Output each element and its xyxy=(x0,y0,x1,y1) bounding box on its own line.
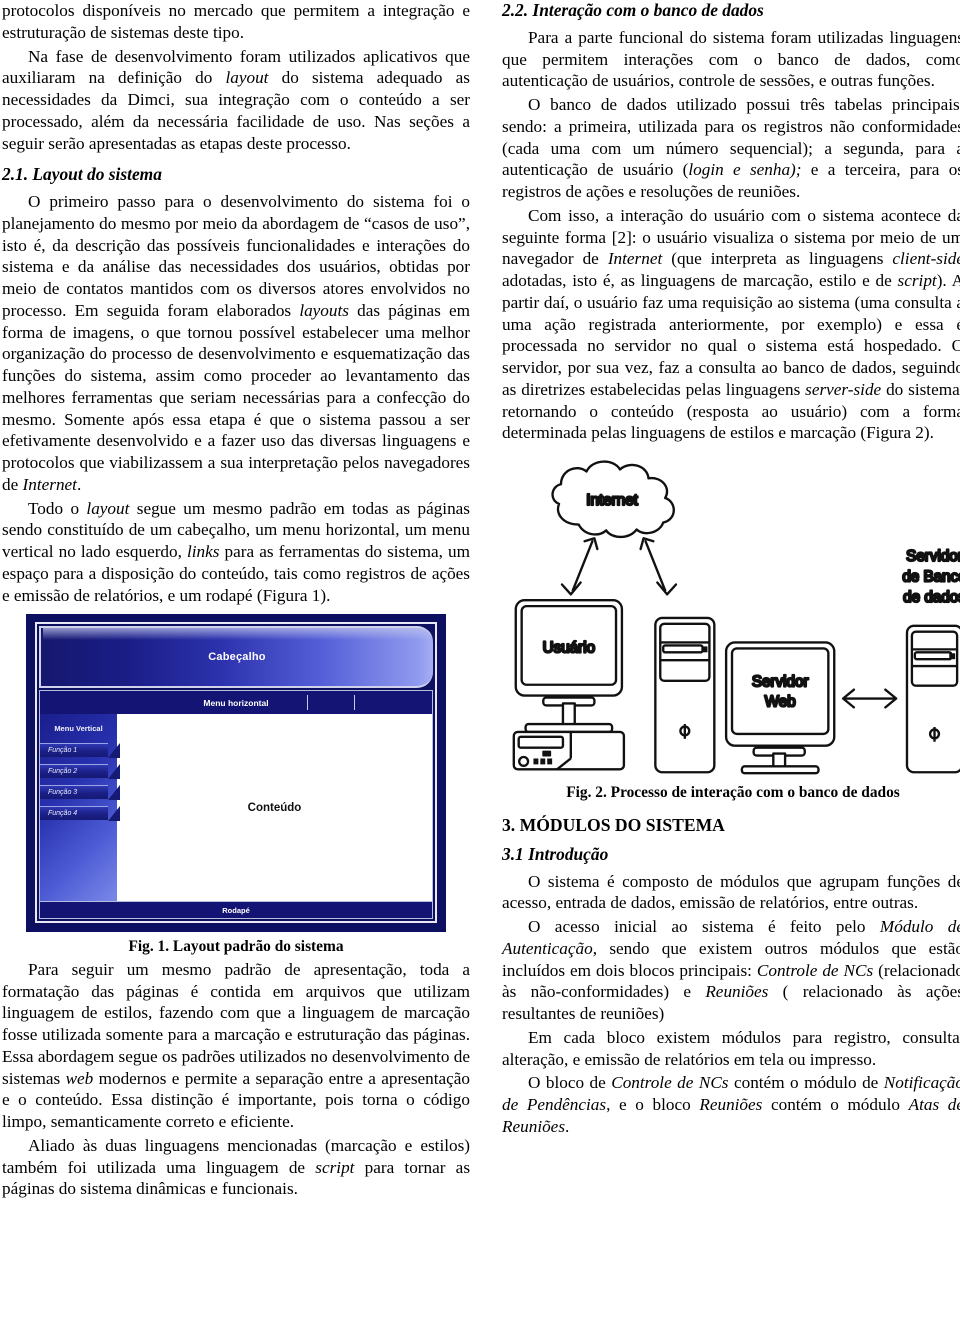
arrow-user-internet xyxy=(560,537,599,596)
paragraph-block-modules: Em cada bloco existem módulos para regis… xyxy=(502,1027,960,1069)
user-computer-icon xyxy=(512,599,626,771)
web-server-label-line1: Servidor xyxy=(752,674,809,691)
paragraph-user-interaction: Com isso, a interação do usuário com o s… xyxy=(502,205,960,443)
mockup-inner-frame: Cabeçalho Menu horizontal Menu Vertical … xyxy=(35,622,437,924)
mockup-menu-item-2-label: Função 2 xyxy=(48,768,78,776)
mockup-menu-item-4-label: Função 4 xyxy=(48,810,78,818)
right-column: 2.2. Interação com o banco de dados Para… xyxy=(494,0,960,1320)
paragraph-initial-access: O acesso inicial ao sistema é feito pelo… xyxy=(502,917,960,1024)
db-server-label-line2: de Banco xyxy=(902,569,960,586)
arrow-server-internet xyxy=(639,537,678,596)
paragraph-presentation-pattern: Para seguir um mesmo padrão de apresenta… xyxy=(2,959,471,1132)
paragraph-database-tables: O banco de dados utilizado possui três t… xyxy=(502,95,960,202)
mockup-footer: Rodapé xyxy=(39,901,433,920)
network-diagram-svg: Internet Usuário Servidor Web Servidor d… xyxy=(512,460,960,775)
mockup-content-area: Conteúdo xyxy=(117,714,432,902)
left-column: protocolos disponíveis no mercado que pe… xyxy=(2,0,472,1320)
mockup-menu-item-1: Função 1 xyxy=(40,743,120,759)
mockup-menu-item-2: Função 2 xyxy=(40,764,120,780)
paragraph-modules-composition: O sistema é composto de módulos que agru… xyxy=(502,871,960,913)
db-server-label-line3: de dados xyxy=(903,589,960,606)
mockup-body: Menu Vertical Função 1 Função 2 Função 3 xyxy=(39,714,433,902)
mockup-menu-item-1-label: Função 1 xyxy=(48,747,78,755)
mockup-menu-item-3: Função 3 xyxy=(40,785,120,801)
web-server-label-line2: Web xyxy=(765,694,796,711)
user-label: Usuário xyxy=(543,639,595,656)
paragraph-functional-part: Para a parte funcional do sistema foram … xyxy=(502,27,960,91)
mockup-vertical-menu-title: Menu Vertical xyxy=(54,724,103,734)
menu-divider-2 xyxy=(353,695,355,711)
figure-1-caption: Fig. 1. Layout padrão do sistema xyxy=(128,938,344,956)
mockup-header: Cabeçalho xyxy=(39,626,433,689)
mockup-content-label: Conteúdo xyxy=(247,801,302,814)
mockup-header-label: Cabeçalho xyxy=(208,651,266,664)
mockup-horizontal-menu: Menu horizontal xyxy=(39,690,433,715)
mockup-vertical-menu: Menu Vertical Função 1 Função 2 Função 3 xyxy=(40,714,120,902)
layout-mockup: Cabeçalho Menu horizontal Menu Vertical … xyxy=(26,614,446,933)
section-heading-3: 3. MÓDULOS DO SISTEMA xyxy=(502,814,725,835)
section-heading-2-2: 2.2. Interação com o banco de dados xyxy=(502,0,764,20)
mockup-menu-item-3-label: Função 3 xyxy=(48,789,78,797)
db-server-tower-icon xyxy=(905,624,960,774)
cloud-label: Internet xyxy=(586,492,638,509)
web-server-tower-icon xyxy=(654,616,716,774)
figure-2: Internet Usuário Servidor Web Servidor d… xyxy=(502,448,960,778)
figure-1: Cabeçalho Menu horizontal Menu Vertical … xyxy=(2,614,470,933)
paragraph-layout-pattern: Todo o layout segue um mesmo padrão em t… xyxy=(2,498,470,605)
document-page: protocolos disponíveis no mercado que pe… xyxy=(0,0,960,1320)
arrow-web-db xyxy=(841,688,898,709)
db-server-label-line1: Servidor xyxy=(906,548,960,565)
mockup-horizontal-menu-label: Menu horizontal xyxy=(203,697,269,708)
paragraph-continued: protocolos disponíveis no mercado que pe… xyxy=(2,1,470,42)
menu-divider-1 xyxy=(306,695,308,711)
section-heading-3-1: 3.1 Introdução xyxy=(502,843,609,864)
section-heading-2-1: 2.1. Layout do sistema xyxy=(2,164,162,185)
figure-2-caption: Fig. 2. Processo de interação com o banc… xyxy=(566,784,900,802)
paragraph-first-step: O primeiro passo para o desenvolvimento … xyxy=(2,192,470,494)
paragraph-script-language: Aliado às duas linguagens mencionadas (m… xyxy=(2,1135,471,1199)
paragraph-development-phase: Na fase de desenvolvimento foram utiliza… xyxy=(2,46,470,153)
mockup-footer-label: Rodapé xyxy=(222,905,250,915)
paragraph-nc-block: O bloco de Controle de NCs contém o módu… xyxy=(502,1073,960,1136)
mockup-menu-item-4: Função 4 xyxy=(40,806,120,822)
